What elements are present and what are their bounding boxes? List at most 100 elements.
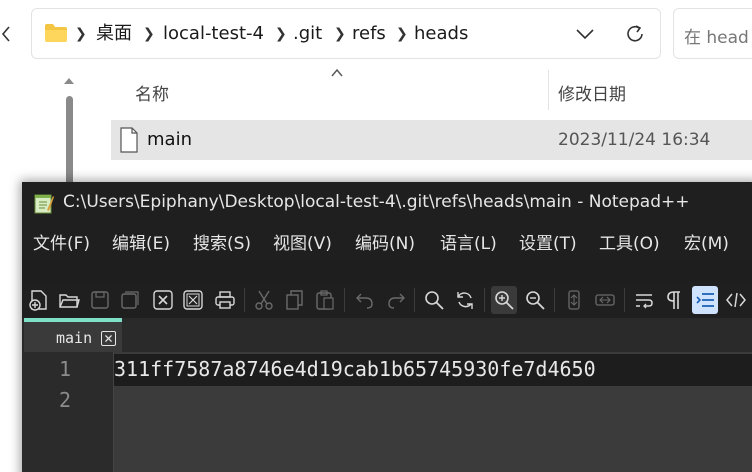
menu-settings[interactable]: 设置(T)	[519, 229, 577, 254]
sync-vertical-button[interactable]	[561, 286, 587, 314]
new-file-button[interactable]	[26, 286, 52, 314]
text-editor[interactable]: 311ff7587a8746e4d19cab1b65745930fe7d4650	[114, 352, 752, 472]
scroll-up-arrow[interactable]	[64, 78, 74, 84]
cut-icon	[255, 290, 273, 310]
close-all-button[interactable]	[180, 286, 206, 314]
copy-button[interactable]	[282, 286, 308, 314]
toolbar-separator	[624, 288, 625, 312]
line-number: 2	[58, 388, 71, 412]
address-bar[interactable]: ❯ 桌面 ❯ local-test-4 ❯ .git ❯ refs ❯ head…	[31, 8, 661, 59]
word-wrap-icon	[636, 294, 653, 309]
indent-guide-icon	[696, 293, 714, 307]
search-box[interactable]: 在 head	[673, 8, 752, 59]
sync-horizontal-icon	[595, 294, 615, 306]
breadcrumb-heads[interactable]: heads	[414, 23, 468, 45]
column-divider[interactable]	[548, 70, 549, 110]
chevron-down-icon[interactable]	[575, 27, 595, 41]
print-icon	[215, 291, 235, 309]
new-file-icon	[29, 290, 47, 311]
sort-ascending-icon	[331, 68, 343, 77]
file-icon	[120, 127, 138, 153]
search-placeholder: 在 head	[684, 28, 749, 48]
redo-icon	[388, 293, 405, 309]
refresh-icon[interactable]	[624, 23, 646, 45]
show-all-characters-button[interactable]	[662, 286, 688, 314]
redo-button[interactable]	[383, 286, 409, 314]
open-file-button[interactable]	[56, 286, 82, 314]
close-button[interactable]	[150, 286, 176, 314]
paste-icon	[316, 290, 334, 310]
save-all-button[interactable]	[117, 286, 143, 314]
find-button[interactable]	[421, 286, 447, 314]
open-folder-icon	[59, 294, 80, 308]
notepadpp-icon	[34, 194, 54, 214]
word-wrap-button[interactable]	[631, 286, 657, 314]
window-title: C:\Users\Epiphany\Desktop\local-test-4\.…	[63, 192, 690, 212]
toolbar	[22, 282, 752, 318]
column-header-name[interactable]: 名称	[135, 80, 169, 105]
undo-icon	[356, 293, 373, 309]
close-icon	[153, 290, 173, 310]
menu-view[interactable]: 视图(V)	[273, 229, 332, 254]
chevron-left-icon[interactable]	[0, 24, 14, 44]
language-xml-button[interactable]	[723, 286, 749, 314]
close-all-icon	[183, 290, 203, 310]
column-header-date[interactable]: 修改日期	[558, 80, 626, 105]
editor-line-1[interactable]: 311ff7587a8746e4d19cab1b65745930fe7d4650	[114, 357, 596, 381]
breadcrumb-separator: ❯	[143, 26, 155, 42]
paste-button[interactable]	[312, 286, 338, 314]
line-number: 1	[58, 357, 71, 381]
tab-label: main	[56, 329, 93, 347]
toolbar-separator	[484, 288, 485, 312]
breadcrumb-git[interactable]: .git	[293, 23, 322, 45]
tab-main[interactable]: main	[24, 318, 122, 352]
menu-edit[interactable]: 编辑(E)	[112, 229, 170, 254]
save-all-icon	[121, 291, 139, 309]
zoom-out-button[interactable]	[522, 286, 548, 314]
breadcrumb-separator: ❯	[334, 26, 346, 42]
breadcrumb-desktop[interactable]: 桌面	[96, 23, 132, 45]
title-bar[interactable]: C:\Users\Epiphany\Desktop\local-test-4\.…	[22, 182, 752, 222]
search-icon	[425, 291, 444, 310]
breadcrumb-refs[interactable]: refs	[352, 23, 386, 45]
file-modified-date: 2023/11/24 16:34	[558, 130, 711, 150]
undo-button[interactable]	[352, 286, 378, 314]
cut-button[interactable]	[251, 286, 277, 314]
toolbar-separator	[414, 288, 415, 312]
code-tag-icon	[726, 292, 746, 308]
save-button[interactable]	[87, 286, 113, 314]
indent-guide-button[interactable]	[692, 286, 718, 314]
toolbar-separator	[244, 288, 245, 312]
menu-language[interactable]: 语言(L)	[440, 229, 497, 254]
menu-file[interactable]: 文件(F)	[33, 229, 90, 254]
sync-vertical-icon	[568, 290, 580, 310]
sync-horizontal-button[interactable]	[592, 286, 618, 314]
replace-icon	[457, 292, 473, 309]
tab-close-icon[interactable]	[101, 331, 116, 346]
menu-search[interactable]: 搜索(S)	[193, 229, 251, 254]
breadcrumb-separator: ❯	[396, 26, 408, 42]
scrollbar-thumb[interactable]	[66, 96, 73, 194]
save-icon	[91, 291, 109, 309]
menu-encoding[interactable]: 编码(N)	[355, 229, 415, 254]
menu-tools[interactable]: 工具(O)	[599, 229, 660, 254]
print-button[interactable]	[212, 286, 238, 314]
vertical-scrollbar[interactable]	[62, 74, 76, 194]
toolbar-separator	[554, 288, 555, 312]
zoom-in-button[interactable]	[491, 286, 517, 314]
toolbar-separator	[344, 288, 345, 312]
tab-bar: main	[22, 318, 752, 352]
menu-bar: 文件(F) 编辑(E) 搜索(S) 视图(V) 编码(N) 语言(L) 设置(T…	[22, 222, 752, 260]
pilcrow-icon	[667, 291, 680, 309]
copy-icon	[286, 290, 303, 310]
replace-button[interactable]	[452, 286, 478, 314]
breadcrumb-local-test-4[interactable]: local-test-4	[163, 23, 264, 45]
breadcrumb-separator: ❯	[275, 26, 287, 42]
menu-macro[interactable]: 宏(M)	[684, 229, 729, 254]
file-name: main	[147, 129, 192, 150]
file-row-main[interactable]: main 2023/11/24 16:34	[111, 120, 752, 160]
notepadpp-window: C:\Users\Epiphany\Desktop\local-test-4\.…	[22, 182, 752, 472]
line-number-gutter: 1 2	[22, 352, 114, 472]
folder-icon	[45, 24, 67, 42]
zoom-in-icon	[495, 291, 514, 310]
